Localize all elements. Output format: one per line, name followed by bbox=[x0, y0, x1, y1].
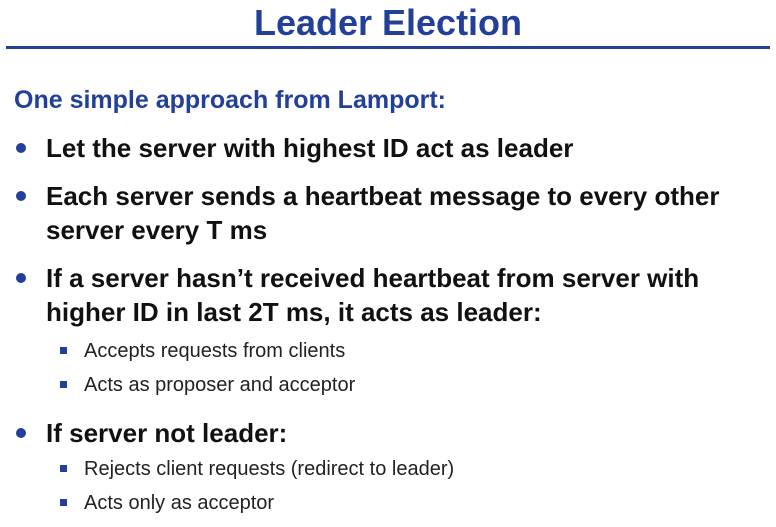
sub-bullet-text: Acts as proposer and acceptor bbox=[84, 374, 356, 396]
sub-bullet-item: Rejects client requests (redirect to lea… bbox=[60, 456, 764, 482]
sub-bullet-item: Acts only as acceptor bbox=[60, 490, 764, 516]
bullet-text: Each server sends a heartbeat message to… bbox=[46, 181, 720, 245]
bullet-text: Let the server with highest ID act as le… bbox=[46, 133, 574, 163]
bullet-text: If server not leader: bbox=[46, 418, 288, 448]
round-bullet-icon bbox=[16, 428, 26, 438]
square-bullet-icon bbox=[60, 381, 67, 388]
sub-bullet-item: Accepts requests from clients bbox=[60, 338, 764, 364]
square-bullet-icon bbox=[60, 347, 67, 354]
sub-bullet-item: Acts as proposer and acceptor bbox=[60, 372, 764, 398]
square-bullet-icon bbox=[60, 499, 67, 506]
square-bullet-icon bbox=[60, 465, 67, 472]
round-bullet-icon bbox=[16, 273, 26, 283]
round-bullet-icon bbox=[16, 191, 26, 201]
bullet-item: If server not leader: bbox=[16, 416, 770, 450]
bullet-item: Let the server with highest ID act as le… bbox=[16, 131, 770, 165]
sub-bullet-text: Rejects client requests (redirect to lea… bbox=[84, 458, 455, 480]
slide: Leader Election One simple approach from… bbox=[0, 0, 776, 527]
round-bullet-icon bbox=[16, 143, 26, 153]
bullet-item: If a server hasn’t received heartbeat fr… bbox=[16, 261, 770, 329]
title-underline bbox=[6, 46, 770, 49]
bullet-item: Each server sends a heartbeat message to… bbox=[16, 179, 770, 247]
bullet-text: If a server hasn’t received heartbeat fr… bbox=[46, 263, 700, 327]
sub-bullet-text: Acts only as acceptor bbox=[84, 492, 275, 514]
slide-title: Leader Election bbox=[253, 2, 523, 43]
slide-subtitle: One simple approach from Lamport: bbox=[14, 86, 447, 114]
sub-bullet-text: Accepts requests from clients bbox=[84, 340, 346, 362]
